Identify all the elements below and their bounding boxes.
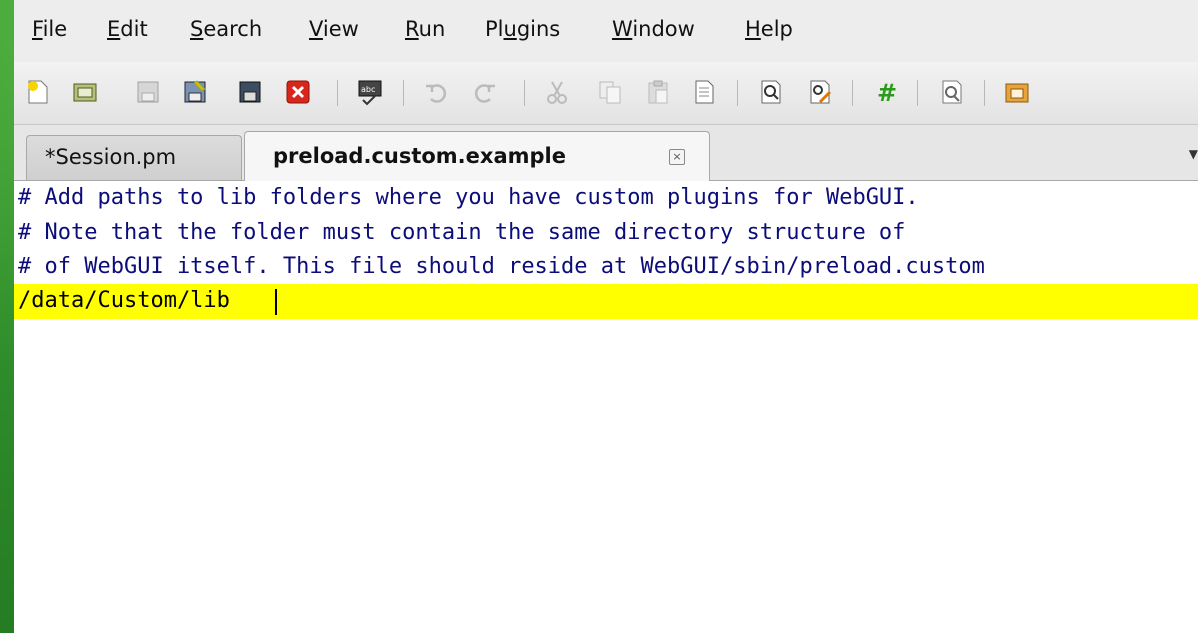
find-icon[interactable] [755,76,787,108]
menu-run[interactable]: Run [405,14,445,44]
open-file-icon[interactable] [69,76,101,108]
code-line[interactable]: # Add paths to lib folders where you hav… [18,181,919,215]
close-icon[interactable] [282,76,314,108]
toolbar-separator [852,80,853,106]
select-all-icon[interactable] [688,76,720,108]
toolbar-separator [737,80,738,106]
tab-session-pm[interactable]: *Session.pm [26,135,242,180]
text-editor[interactable]: # Add paths to lib folders where you hav… [14,181,1198,633]
save-as-icon[interactable] [179,76,211,108]
svg-text:abc: abc [361,85,375,94]
code-line[interactable]: # Note that the folder must contain the … [18,216,905,250]
code-line[interactable]: # of WebGUI itself. This file should res… [18,250,985,284]
toolbar: abc # [14,62,1198,125]
undo-icon[interactable] [420,76,452,108]
paste-icon[interactable] [642,76,674,108]
toolbar-separator [524,80,525,106]
cut-icon[interactable] [541,76,573,108]
chevron-down-icon[interactable]: ▼ [1189,147,1198,161]
menu-edit[interactable]: Edit [107,14,148,44]
save-icon[interactable] [132,76,164,108]
menu-search[interactable]: Search [190,14,262,44]
redo-icon[interactable] [469,76,501,108]
menu-plugins[interactable]: Plugins [485,14,560,44]
replace-icon[interactable] [804,76,836,108]
code-line[interactable]: /data/Custom/lib [18,284,230,318]
svg-text:#: # [877,79,897,106]
editor-window: File Edit Search View Run Plugins Window… [14,0,1198,633]
menu-window[interactable]: Window [612,14,695,44]
tab-label: *Session.pm [45,145,177,169]
close-icon[interactable]: × [669,149,685,165]
menu-view[interactable]: View [309,14,359,44]
copy-icon[interactable] [594,76,626,108]
text-caret [275,289,277,315]
toolbar-separator [984,80,985,106]
open-folder-icon[interactable] [1001,76,1033,108]
new-file-icon[interactable] [22,76,54,108]
comment-icon[interactable]: # [870,76,902,108]
tab-bar: *Session.pm preload.custom.example × ▼ [14,125,1198,181]
tab-label: preload.custom.example [273,144,566,168]
menu-bar: File Edit Search View Run Plugins Window… [14,0,1198,62]
zoom-icon[interactable] [936,76,968,108]
menu-help[interactable]: Help [745,14,793,44]
tab-preload-custom-example[interactable]: preload.custom.example × [244,131,710,181]
menu-file[interactable]: File [32,14,67,44]
save-all-icon[interactable] [234,76,266,108]
toolbar-separator [337,80,338,106]
toolbar-separator [403,80,404,106]
toolbar-separator [917,80,918,106]
spellcheck-icon[interactable]: abc [354,76,386,108]
